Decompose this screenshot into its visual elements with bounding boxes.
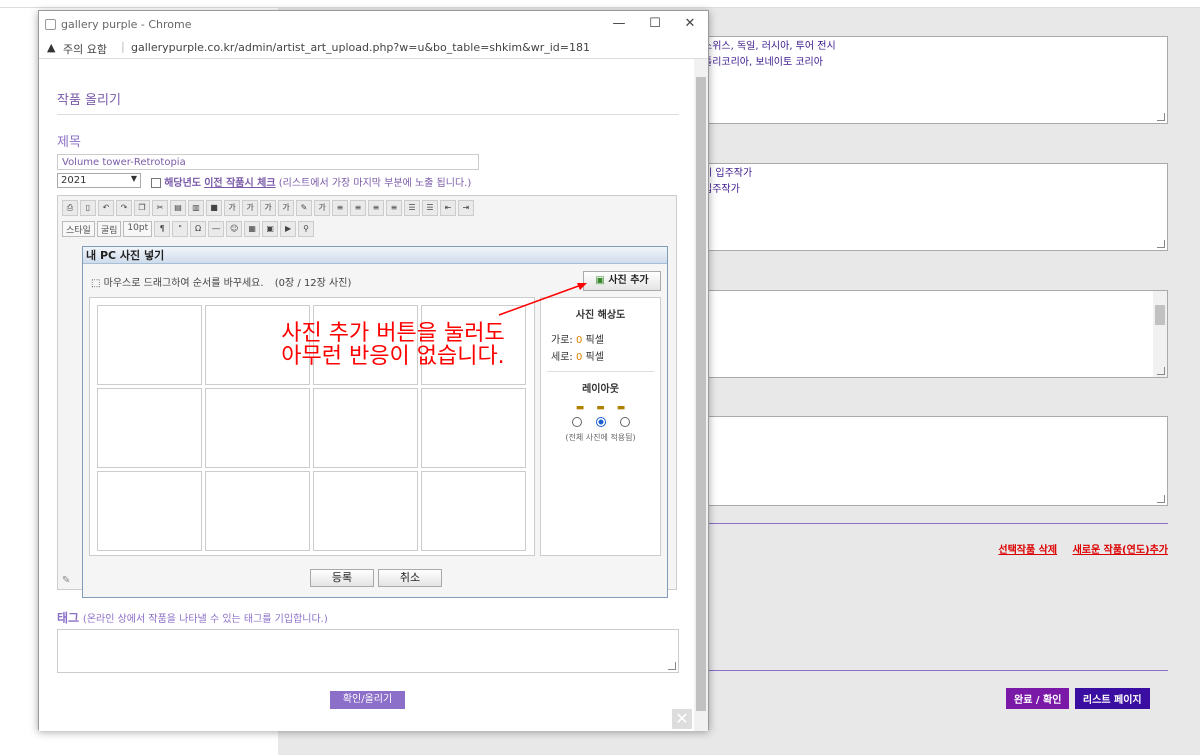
corner-close-icon[interactable]: ✕ [672, 709, 692, 729]
annotation-arrow [498, 283, 587, 316]
bg-bottom-buttons: 완료 / 확인 리스트 페이지 [1006, 688, 1150, 709]
bg-text-line: 입주작가 [703, 184, 740, 195]
page-content: 작품 올리기 제목 Volume tower-Retrotopia 2021 ▼… [39, 59, 694, 731]
resize-handle[interactable] [1157, 113, 1165, 121]
close-window-button[interactable]: ✕ [672, 14, 708, 34]
chrome-popup-window: gallery purple - Chrome — ☐ ✕ ▲ 주의 요함 | … [38, 10, 709, 731]
address-bar[interactable]: ▲ 주의 요함 | gallerypurple.co.kr/admin/arti… [39, 37, 708, 59]
divider [698, 523, 1168, 524]
list-page-button[interactable]: 리스트 페이지 [1074, 688, 1150, 709]
window-title: gallery purple - Chrome [61, 18, 192, 31]
window-scrollbar[interactable] [694, 59, 708, 731]
add-new-artwork-link[interactable]: 새로운 작품(연도)추가 [1073, 545, 1168, 556]
scrollbar-thumb[interactable] [696, 77, 706, 711]
arrow-head [577, 283, 587, 290]
resize-handle[interactable] [1157, 240, 1165, 248]
bg-text-line: 시 입주작가 [703, 168, 753, 179]
bg-action-links: 선택작품 삭제 새로운 작품(연도)추가 [958, 541, 1168, 556]
delete-selected-link[interactable]: 선택작품 삭제 [998, 545, 1057, 556]
bg-scrollbar[interactable] [1153, 291, 1167, 377]
window-titlebar[interactable]: gallery purple - Chrome — ☐ ✕ [39, 11, 708, 37]
resize-handle[interactable] [1157, 495, 1165, 503]
browser-bookmarks-bar [0, 0, 1200, 8]
bg-textarea-exhibitions[interactable]: 스위스, 독일, 러시아, 투어 전시 틀리코리아, 보네이토 코리아 [698, 36, 1168, 124]
separator: | [121, 40, 125, 53]
complete-button[interactable]: 완료 / 확인 [1006, 688, 1070, 709]
arrow-line [498, 283, 585, 316]
divider [698, 670, 1168, 671]
security-label[interactable]: 주의 요함 [63, 41, 107, 57]
resize-handle[interactable] [1157, 367, 1165, 375]
bg-text-line: 틀리코리아, 보네이토 코리아 [703, 57, 823, 68]
bg-textarea-4[interactable] [698, 416, 1168, 506]
bg-textarea-3[interactable] [698, 290, 1168, 378]
bg-text-line: 스위스, 독일, 러시아, 투어 전시 [703, 41, 836, 52]
warning-icon[interactable]: ▲ [47, 41, 55, 54]
minimize-button[interactable]: — [601, 14, 637, 34]
bg-textarea-residency[interactable]: 시 입주작가 입주작가 [698, 163, 1168, 251]
url-text[interactable]: gallerypurple.co.kr/admin/artist_art_upl… [131, 41, 590, 54]
maximize-button[interactable]: ☐ [637, 14, 673, 34]
gallery-favicon-icon [45, 19, 56, 30]
